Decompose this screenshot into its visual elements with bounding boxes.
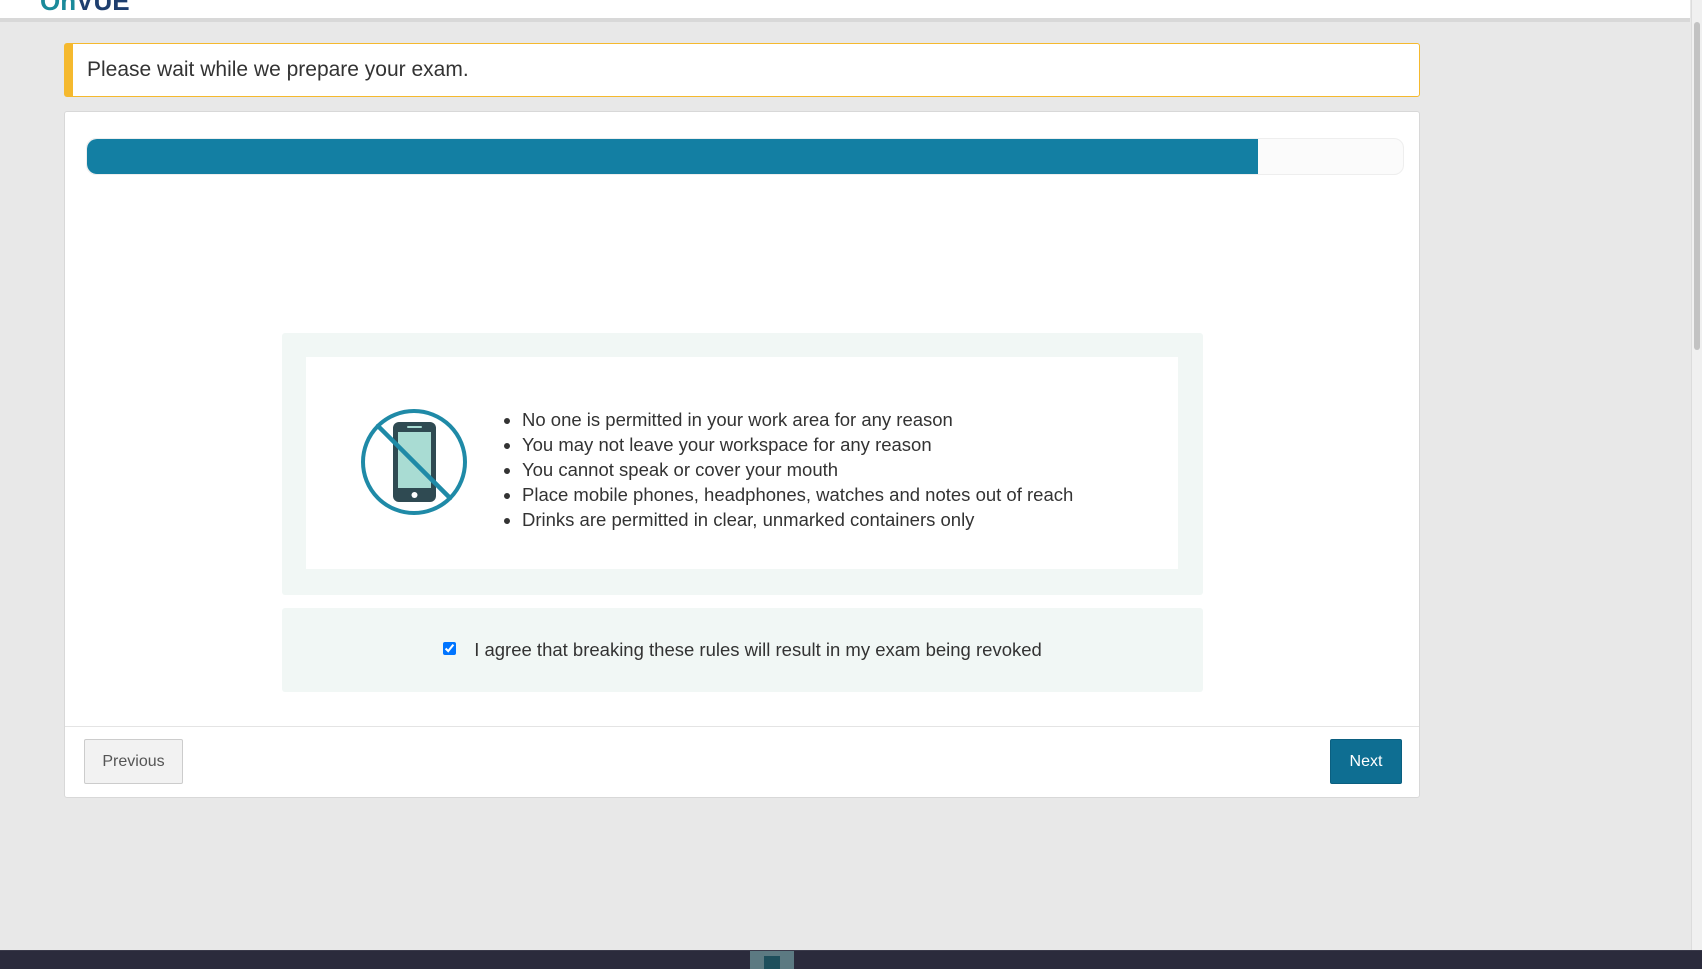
agree-label[interactable]: I agree that breaking these rules will r… bbox=[474, 639, 1042, 661]
footer-divider bbox=[65, 726, 1419, 727]
preparing-exam-alert: Please wait while we prepare your exam. bbox=[64, 43, 1420, 97]
rule-item: You may not leave your workspace for any… bbox=[522, 432, 1073, 457]
app-window-icon bbox=[764, 956, 780, 969]
progress-bar bbox=[86, 138, 1404, 175]
logo-text-part1: On bbox=[40, 0, 77, 16]
taskbar-active-app[interactable] bbox=[750, 951, 794, 969]
progress-bar-fill bbox=[87, 139, 1259, 174]
next-button[interactable]: Next bbox=[1330, 739, 1402, 784]
logo-text-part2: VUE bbox=[76, 0, 130, 16]
exam-setup-card: Exam rules reminder No one is permitted … bbox=[64, 111, 1420, 798]
rule-item: Place mobile phones, headphones, watches… bbox=[522, 482, 1073, 507]
rules-panel: No one is permitted in your work area fo… bbox=[282, 333, 1203, 595]
rules-content-box: No one is permitted in your work area fo… bbox=[306, 357, 1178, 569]
agree-checkbox[interactable] bbox=[443, 641, 457, 655]
top-header-bar: OnVUE bbox=[0, 0, 1690, 22]
rule-item: No one is permitted in your work area fo… bbox=[522, 407, 1073, 432]
no-phone-icon bbox=[361, 409, 467, 515]
rule-item: Drinks are permitted in clear, unmarked … bbox=[522, 507, 1073, 532]
onvue-logo: OnVUE bbox=[40, 0, 130, 17]
previous-button[interactable]: Previous bbox=[84, 739, 183, 784]
alert-message: Please wait while we prepare your exam. bbox=[87, 58, 469, 81]
page-scrollbar[interactable] bbox=[1691, 0, 1702, 950]
rules-list: No one is permitted in your work area fo… bbox=[501, 407, 1073, 532]
os-taskbar bbox=[0, 950, 1702, 969]
agreement-panel: I agree that breaking these rules will r… bbox=[282, 608, 1203, 692]
rule-item: You cannot speak or cover your mouth bbox=[522, 457, 1073, 482]
scrollbar-thumb[interactable] bbox=[1694, 22, 1700, 350]
